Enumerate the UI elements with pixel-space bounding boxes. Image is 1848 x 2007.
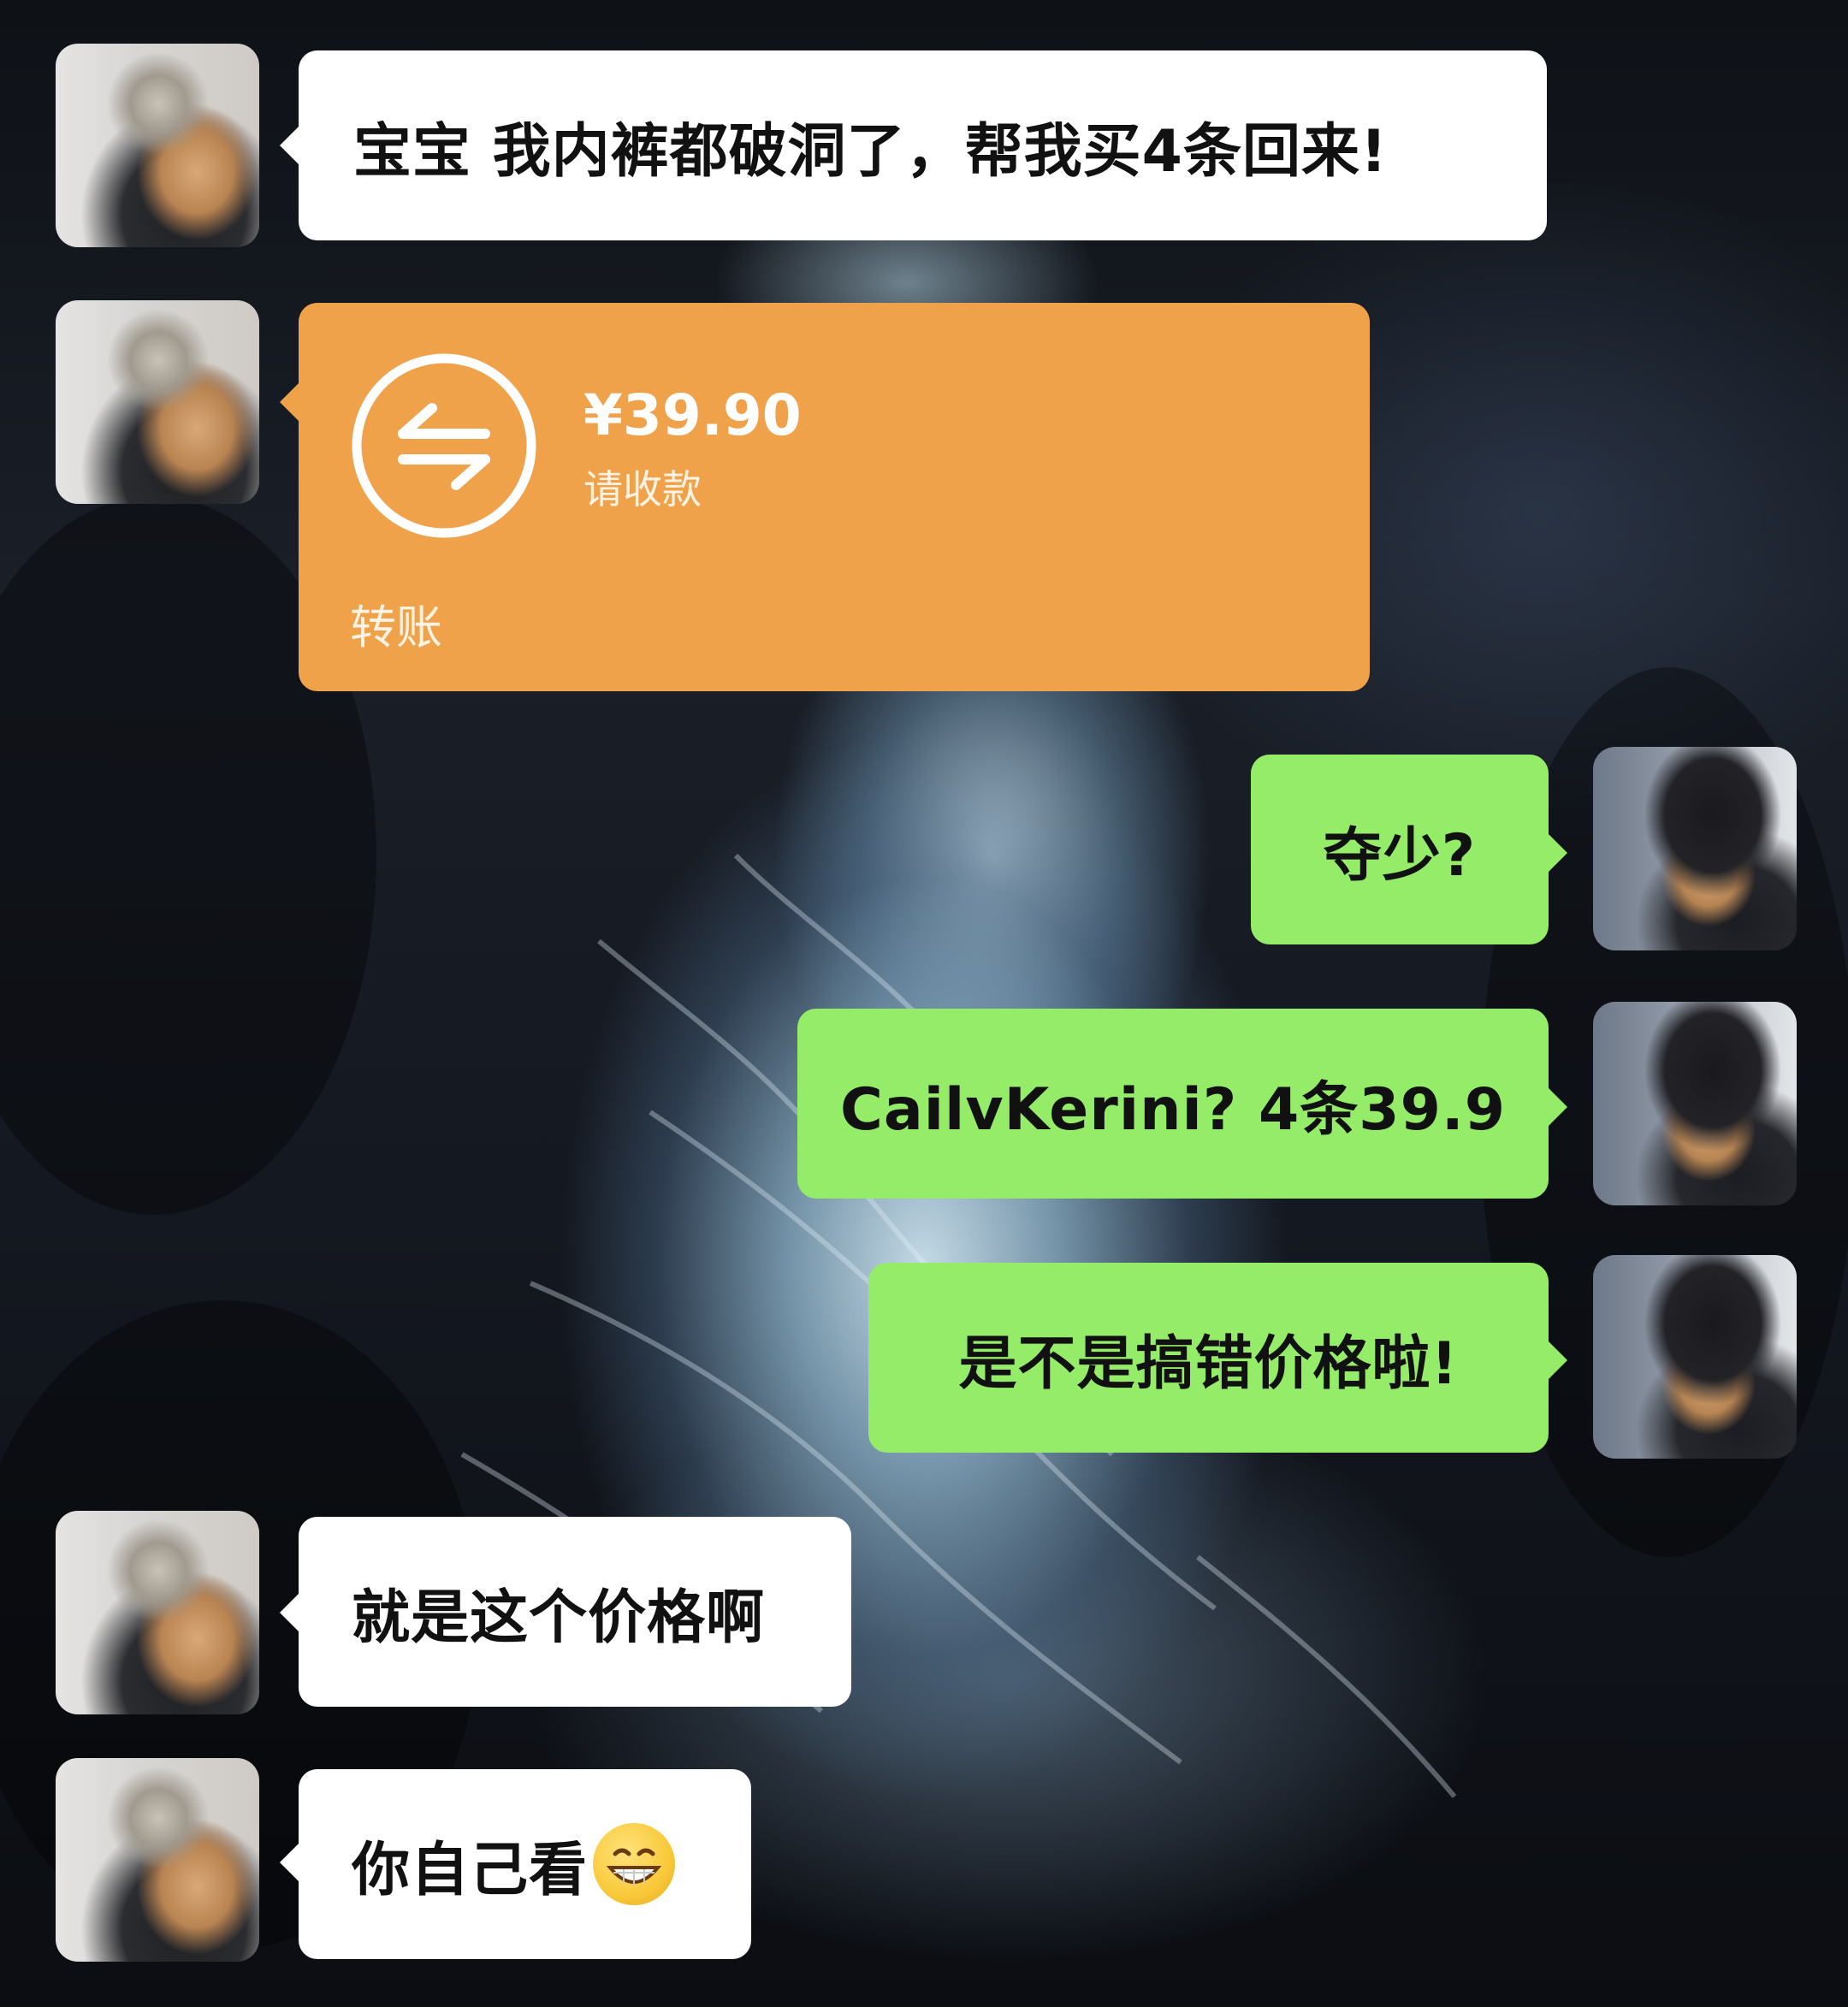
contact-avatar[interactable] bbox=[56, 1758, 259, 1962]
transfer-label: 转账 bbox=[350, 601, 442, 654]
message-text: 就是这个价格啊 bbox=[352, 1584, 766, 1652]
user-avatar[interactable] bbox=[1593, 1255, 1797, 1459]
user-avatar[interactable] bbox=[1593, 747, 1797, 950]
message-text: 你自己看 bbox=[352, 1836, 589, 1904]
contact-avatar[interactable] bbox=[56, 1511, 259, 1714]
user-avatar[interactable] bbox=[1593, 1002, 1797, 1205]
message-bubble[interactable]: 是不是搞错价格啦! bbox=[868, 1263, 1549, 1453]
message-bubble[interactable]: 你自己看 bbox=[299, 1769, 751, 1959]
transfer-amount: ¥39.90 bbox=[583, 382, 802, 448]
message-bubble[interactable]: 宝宝 我内裤都破洞了，帮我买4条回来! bbox=[299, 50, 1547, 240]
background-waterfall bbox=[0, 496, 1848, 1951]
contact-avatar[interactable] bbox=[56, 44, 259, 247]
message-bubble[interactable]: CailvKerini? 4条39.9 bbox=[797, 1009, 1549, 1199]
message-text: 是不是搞错价格啦! bbox=[958, 1329, 1459, 1398]
transfer-card[interactable]: ¥39.90 请收款 转账 bbox=[299, 303, 1370, 691]
message-bubble[interactable]: 就是这个价格啊 bbox=[299, 1517, 851, 1707]
message-text: 宝宝 我内裤都破洞了，帮我买4条回来! bbox=[353, 117, 1389, 186]
message-text: 夺少? bbox=[1323, 821, 1477, 890]
transfer-status: 请收款 bbox=[583, 466, 702, 512]
transfer-arrows-icon bbox=[352, 353, 536, 538]
message-bubble[interactable]: 夺少? bbox=[1251, 755, 1549, 944]
grinning-face-emoji bbox=[593, 1823, 676, 1905]
message-text: CailvKerini? 4条39.9 bbox=[839, 1075, 1507, 1144]
contact-avatar[interactable] bbox=[56, 300, 259, 504]
